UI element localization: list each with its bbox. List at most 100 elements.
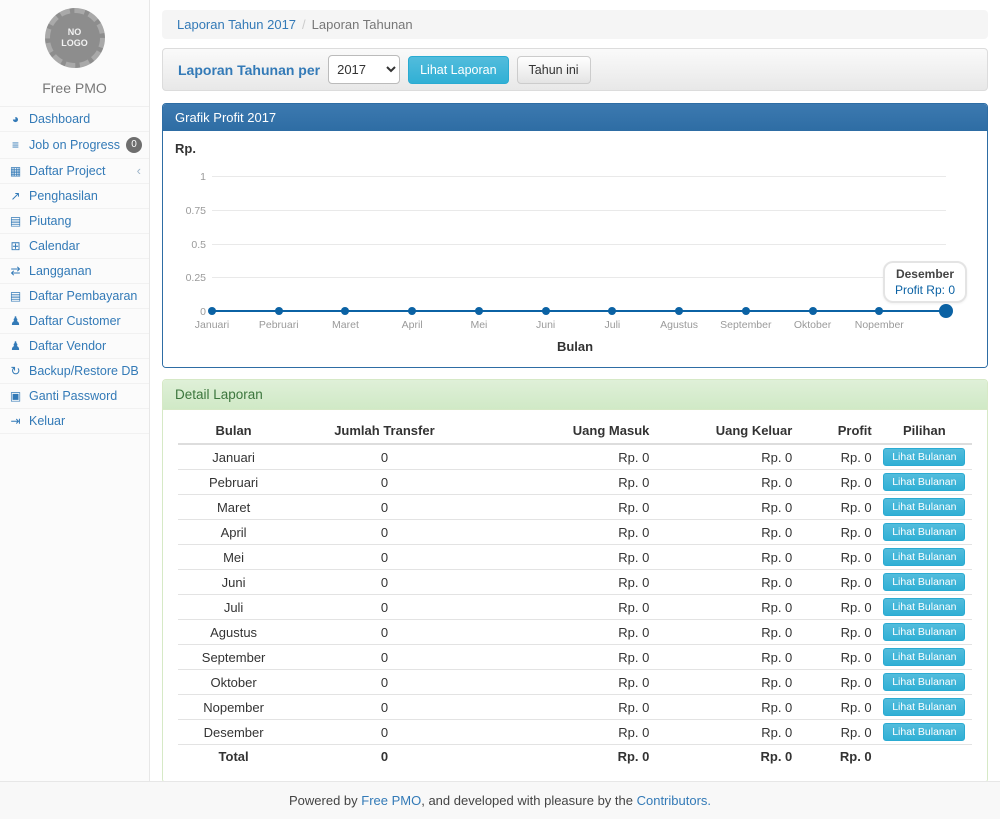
view-monthly-button[interactable]: Lihat Bulanan xyxy=(883,523,965,541)
detail-panel-title: Detail Laporan xyxy=(163,380,987,410)
sidebar-item-calendar[interactable]: ⊞Calendar xyxy=(0,234,149,259)
cell-bulan: Nopember xyxy=(178,695,289,720)
sidebar-item-dashboard[interactable]: ◕Dashboard xyxy=(0,107,149,132)
view-monthly-button[interactable]: Lihat Bulanan xyxy=(883,723,965,741)
sidebar: NO LOGO Free PMO ◕Dashboard≡Job on Progr… xyxy=(0,0,150,781)
sidebar-item-daftar-pembayaran[interactable]: ▤Daftar Pembayaran xyxy=(0,284,149,309)
sidebar-item-backup-restore-db[interactable]: ↻Backup/Restore DB xyxy=(0,359,149,384)
chart-point-maret[interactable] xyxy=(341,307,349,315)
cell-pilihan: Lihat Bulanan xyxy=(877,470,972,495)
retweet-icon: ⇄ xyxy=(8,264,23,278)
breadcrumb: Laporan Tahun 2017/Laporan Tahunan xyxy=(162,10,988,39)
total-keluar: Rp. 0 xyxy=(654,745,797,769)
table-row-januari: Januari0Rp. 0Rp. 0Rp. 0Lihat Bulanan xyxy=(178,444,972,470)
table-row-agustus: Agustus0Rp. 0Rp. 0Rp. 0Lihat Bulanan xyxy=(178,620,972,645)
x-tick-label: Nopember xyxy=(855,319,904,331)
sign-out-icon: ⇥ xyxy=(8,414,23,428)
contributors-link[interactable]: Contributors. xyxy=(637,793,711,808)
users-icon: ♟ xyxy=(8,339,23,353)
chart-y-axis-label: Rp. xyxy=(175,141,196,156)
cell-masuk: Rp. 0 xyxy=(480,720,655,745)
sidebar-item-daftar-vendor[interactable]: ♟ Daftar Vendor xyxy=(0,334,149,359)
sidebar-item-label: Piutang xyxy=(29,214,71,228)
total-profit: Rp. 0 xyxy=(797,745,876,769)
sidebar-item-label: Langganan xyxy=(29,264,92,278)
sidebar-item-ganti-password[interactable]: ▣Ganti Password xyxy=(0,384,149,409)
column-header-bulan: Bulan xyxy=(178,418,289,444)
table-header-row: BulanJumlah TransferUang MasukUang Kelua… xyxy=(178,418,972,444)
cell-profit: Rp. 0 xyxy=(797,645,876,670)
chart-point-agustus[interactable] xyxy=(675,307,683,315)
cell-masuk: Rp. 0 xyxy=(480,545,655,570)
view-monthly-button[interactable]: Lihat Bulanan xyxy=(883,673,965,691)
view-monthly-button[interactable]: Lihat Bulanan xyxy=(883,498,965,516)
view-report-button[interactable]: Lihat Laporan xyxy=(408,56,508,84)
cell-jumlah: 0 xyxy=(289,470,480,495)
view-monthly-button[interactable]: Lihat Bulanan xyxy=(883,623,965,641)
cell-bulan: Maret xyxy=(178,495,289,520)
sidebar-item-label: Daftar Customer xyxy=(29,314,121,328)
sidebar-item-penghasilan[interactable]: ↗Penghasilan xyxy=(0,184,149,209)
main-row: NO LOGO Free PMO ◕Dashboard≡Job on Progr… xyxy=(0,0,1000,781)
filter-label: Laporan Tahunan per xyxy=(178,62,320,78)
dashboard-icon: ◕ xyxy=(8,112,23,126)
x-tick-label: Mei xyxy=(470,319,487,331)
view-monthly-button[interactable]: Lihat Bulanan xyxy=(883,548,965,566)
cell-bulan: Juni xyxy=(178,570,289,595)
chart-point-nopember[interactable] xyxy=(875,307,883,315)
sidebar-item-piutang[interactable]: ▤ Piutang xyxy=(0,209,149,234)
cell-profit: Rp. 0 xyxy=(797,520,876,545)
table-row-april: April0Rp. 0Rp. 0Rp. 0Lihat Bulanan xyxy=(178,520,972,545)
sidebar-item-daftar-customer[interactable]: ♟Daftar Customer xyxy=(0,309,149,334)
x-tick-label: Januari xyxy=(195,319,229,331)
table-total-row: Total0Rp. 0Rp. 0Rp. 0 xyxy=(178,745,972,769)
x-tick-label: Oktober xyxy=(794,319,831,331)
count-badge: 0 xyxy=(126,137,142,153)
cell-pilihan: Lihat Bulanan xyxy=(877,520,972,545)
view-monthly-button[interactable]: Lihat Bulanan xyxy=(883,648,965,666)
chart-point-september[interactable] xyxy=(742,307,750,315)
sidebar-item-daftar-project[interactable]: ▦Daftar Project‹ xyxy=(0,159,149,184)
view-monthly-button[interactable]: Lihat Bulanan xyxy=(883,448,965,466)
chart-point-desember[interactable] xyxy=(939,304,953,318)
money-icon: ▤ xyxy=(8,214,23,228)
view-monthly-button[interactable]: Lihat Bulanan xyxy=(883,698,965,716)
sidebar-item-label: Ganti Password xyxy=(29,389,117,403)
y-tick-label: 0.25 xyxy=(168,272,206,284)
cell-bulan: Agustus xyxy=(178,620,289,645)
cell-keluar: Rp. 0 xyxy=(654,470,797,495)
y-tick-label: 0 xyxy=(168,306,206,318)
cell-keluar: Rp. 0 xyxy=(654,520,797,545)
cell-masuk: Rp. 0 xyxy=(480,444,655,470)
gridline: 0.5 xyxy=(212,244,946,245)
chart-point-pebruari[interactable] xyxy=(275,307,283,315)
year-select[interactable]: 2017 xyxy=(328,55,400,84)
chart-point-juli[interactable] xyxy=(608,307,616,315)
cell-pilihan: Lihat Bulanan xyxy=(877,670,972,695)
sidebar-item-job-on-progress[interactable]: ≡Job on Progress0 xyxy=(0,132,149,159)
cell-masuk: Rp. 0 xyxy=(480,670,655,695)
chart-point-januari[interactable] xyxy=(208,307,216,315)
sidebar-item-label: Daftar Vendor xyxy=(29,339,106,353)
view-monthly-button[interactable]: Lihat Bulanan xyxy=(883,473,965,491)
cell-keluar: Rp. 0 xyxy=(654,720,797,745)
view-monthly-button[interactable]: Lihat Bulanan xyxy=(883,573,965,591)
cell-masuk: Rp. 0 xyxy=(480,570,655,595)
x-tick-label: Pebruari xyxy=(259,319,299,331)
report-table: BulanJumlah TransferUang MasukUang Kelua… xyxy=(178,418,972,769)
free-pmo-link[interactable]: Free PMO xyxy=(361,793,421,808)
chart-point-oktober[interactable] xyxy=(809,307,817,315)
chart-point-mei[interactable] xyxy=(475,307,483,315)
current-year-button[interactable]: Tahun ini xyxy=(517,56,591,84)
chart-point-april[interactable] xyxy=(408,307,416,315)
brand-name: Free PMO xyxy=(0,74,149,106)
chart-tooltip: Desember Profit Rp: 0 xyxy=(883,261,967,303)
table-row-pebruari: Pebruari0Rp. 0Rp. 0Rp. 0Lihat Bulanan xyxy=(178,470,972,495)
sidebar-item-langganan[interactable]: ⇄ Langganan xyxy=(0,259,149,284)
chart-point-juni[interactable] xyxy=(542,307,550,315)
cell-masuk: Rp. 0 xyxy=(480,495,655,520)
view-monthly-button[interactable]: Lihat Bulanan xyxy=(883,598,965,616)
sidebar-item-keluar[interactable]: ⇥Keluar xyxy=(0,409,149,434)
x-tick-label: Maret xyxy=(332,319,359,331)
breadcrumb-link[interactable]: Laporan Tahun 2017 xyxy=(177,17,296,32)
